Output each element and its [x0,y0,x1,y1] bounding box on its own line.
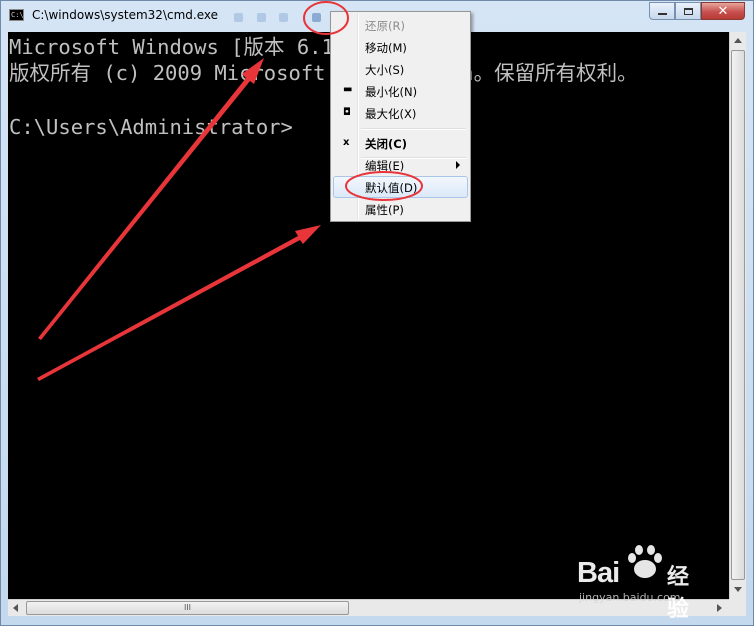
menu-item-edit[interactable]: 编辑(E) [333,154,468,176]
menu-item-minimize[interactable]: ▬ 最小化(N) [333,80,468,102]
close-icon: x [343,137,350,148]
title-reflection-icon [279,13,288,22]
menu-item-move[interactable]: 移动(M) [333,36,468,58]
menu-item-maximize[interactable]: ◘ 最大化(X) [333,102,468,124]
size-grip[interactable] [729,599,746,616]
vertical-scroll-thumb[interactable] [731,50,745,580]
system-menu: 还原(R) 移动(M) 大小(S) ▬ 最小化(N) ◘ 最大化(X) x 关闭… [330,11,471,222]
menu-item-label: 大小(S) [365,63,405,77]
maximize-icon [683,7,693,15]
maximize-button[interactable] [675,2,701,20]
close-button[interactable]: ✕ [701,2,745,20]
scroll-down-arrow-icon[interactable] [734,587,742,592]
menu-item-label: 编辑(E) [365,159,405,173]
vertical-scrollbar[interactable] [729,32,746,599]
menu-item-label: 最大化(X) [365,107,417,121]
caption-buttons: ✕ [649,2,745,20]
title-reflection-icon [234,13,243,22]
maximize-icon: ◘ [343,107,351,118]
minimize-icon: ▬ [343,84,353,95]
window-title: C:\windows\system32\cmd.exe [32,8,218,22]
menu-item-close[interactable]: x 关闭(C) [333,132,468,154]
menu-item-defaults[interactable]: 默认值(D) [333,176,468,198]
paw-logo-icon [628,545,662,578]
menu-item-restore[interactable]: 还原(R) [333,14,468,36]
menu-item-label: 关闭(C) [365,137,407,151]
menu-item-label: 移动(M) [365,41,407,55]
watermark-brand: Bai [577,557,620,589]
horizontal-scroll-thumb[interactable]: III [26,601,349,615]
menu-item-label: 最小化(N) [365,85,418,99]
menu-item-label: 属性(P) [365,203,404,217]
console-prompt: C:\Users\Administrator> [9,115,293,139]
watermark-url: jingyan.baidu.com [579,591,681,604]
minimize-button[interactable] [649,2,675,20]
submenu-arrow-icon [456,161,460,169]
scroll-right-arrow-icon[interactable] [717,604,722,612]
cmd-icon[interactable]: C:\ [9,9,24,21]
title-reflection-icon [257,13,266,22]
menu-item-properties[interactable]: 属性(P) [333,198,468,220]
console-line: 版权所有 (c) 2009 Microsoft Corporation。保留所有… [9,61,638,85]
minimize-icon [657,13,667,15]
menu-separator [361,128,466,130]
scroll-up-arrow-icon[interactable] [734,38,742,43]
console-line: Microsoft Windows [版本 6.1 [9,35,334,59]
menu-item-size[interactable]: 大小(S) [333,58,468,80]
system-menu-reflection-icon [312,13,321,22]
scroll-left-arrow-icon[interactable] [13,604,18,612]
menu-item-label: 还原(R) [365,19,405,33]
menu-item-label: 默认值(D) [365,181,418,195]
